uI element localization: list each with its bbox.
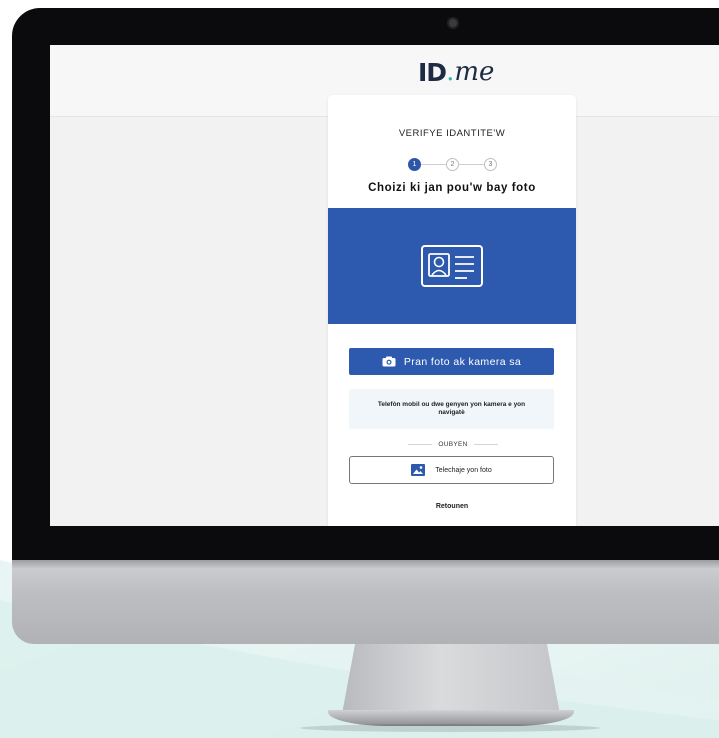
or-divider: OUBYEN — [408, 439, 499, 449]
take-photo-button[interactable]: Pran foto ak kamera sa — [349, 348, 554, 375]
image-upload-icon — [411, 464, 426, 476]
camera-icon — [382, 356, 396, 367]
camera-requirement-text: Telefòn mobil ou dwe genyen yon kamera e… — [377, 401, 526, 416]
hero-banner — [328, 208, 576, 324]
logo-me-text: me — [454, 57, 495, 87]
idme-logo[interactable]: ID. me — [418, 57, 558, 87]
upload-photo-button[interactable]: Telechaje yon foto — [349, 456, 554, 484]
monitor-chin — [12, 560, 719, 644]
divider-rule — [473, 443, 499, 445]
step-1: 1 — [408, 158, 421, 171]
logo-id-text: ID — [418, 57, 447, 87]
step-connector — [459, 164, 484, 165]
webcam-icon — [447, 17, 459, 29]
monitor-screen: ID. me VERIFYE IDANTITE'W 1 2 3 Choizi ki… — [50, 45, 719, 526]
camera-requirement-note: Telefòn mobil ou dwe genyen yon kamera e… — [349, 389, 554, 429]
upload-photo-label: Telechaje yon foto — [435, 466, 492, 474]
monitor-stand — [342, 644, 560, 714]
id-card-icon — [421, 245, 483, 287]
monitor-chin-edge — [12, 560, 719, 568]
step-connector — [421, 164, 446, 165]
take-photo-label: Pran foto ak kamera sa — [403, 355, 522, 368]
stand-shadow — [300, 724, 600, 732]
divider-label: OUBYEN — [438, 440, 468, 448]
step-3: 3 — [484, 158, 497, 171]
step-2: 2 — [446, 158, 459, 171]
step-indicator: 1 2 3 — [408, 158, 498, 172]
verification-card: VERIFYE IDANTITE'W 1 2 3 Choizi ki jan p… — [328, 95, 576, 526]
back-link[interactable]: Retounen — [328, 503, 576, 510]
logo-dot: . — [446, 57, 455, 87]
divider-rule — [408, 443, 433, 445]
card-subtitle: Choizi ki jan pou'w bay foto — [368, 182, 536, 194]
card-title: VERIFYE IDANTITE'W — [398, 128, 506, 139]
